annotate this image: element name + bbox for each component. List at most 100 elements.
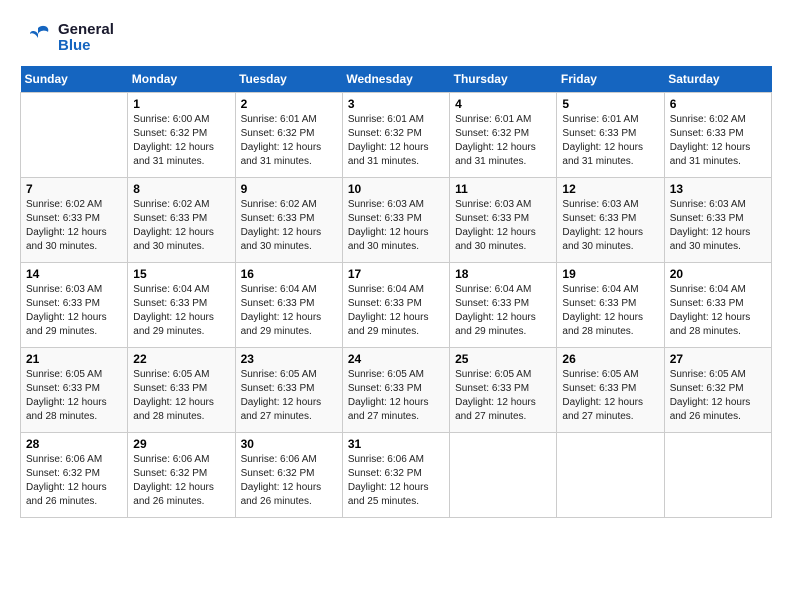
day-info: Sunrise: 6:05 AMSunset: 6:33 PMDaylight:…: [133, 368, 229, 424]
calendar-cell: 23 Sunrise: 6:05 AMSunset: 6:33 PMDayligh…: [235, 348, 342, 433]
day-number: 9: [241, 182, 337, 196]
day-info: Sunrise: 6:01 AMSunset: 6:32 PMDaylight:…: [348, 113, 444, 169]
day-info: Sunrise: 6:02 AMSunset: 6:33 PMDaylight:…: [26, 198, 122, 254]
calendar-cell: 18 Sunrise: 6:04 AMSunset: 6:33 PMDayligh…: [450, 263, 557, 348]
day-number: 10: [348, 182, 444, 196]
calendar-cell: 7 Sunrise: 6:02 AMSunset: 6:33 PMDaylight…: [21, 178, 128, 263]
calendar-cell: 1 Sunrise: 6:00 AMSunset: 6:32 PMDaylight…: [128, 93, 235, 178]
calendar-body: 1 Sunrise: 6:00 AMSunset: 6:32 PMDaylight…: [21, 93, 772, 518]
day-info: Sunrise: 6:03 AMSunset: 6:33 PMDaylight:…: [26, 283, 122, 339]
calendar-cell: 28Sunrise: 6:06 AMSunset: 6:32 PMDayligh…: [21, 433, 128, 518]
day-info: Sunrise: 6:05 AMSunset: 6:33 PMDaylight:…: [26, 368, 122, 424]
header-thursday: Thursday: [450, 66, 557, 93]
logo-blue: Blue: [58, 38, 114, 55]
day-number: 19: [562, 267, 658, 281]
day-info: Sunrise: 6:01 AMSunset: 6:32 PMDaylight:…: [241, 113, 337, 169]
calendar-cell: 10 Sunrise: 6:03 AMSunset: 6:33 PMDayligh…: [342, 178, 449, 263]
header-wednesday: Wednesday: [342, 66, 449, 93]
day-number: 4: [455, 97, 551, 111]
calendar-week-row: 14Sunrise: 6:03 AMSunset: 6:33 PMDayligh…: [21, 263, 772, 348]
day-info: Sunrise: 6:04 AMSunset: 6:33 PMDaylight:…: [241, 283, 337, 339]
header-monday: Monday: [128, 66, 235, 93]
day-info: Sunrise: 6:01 AMSunset: 6:32 PMDaylight:…: [455, 113, 551, 169]
day-number: 15: [133, 267, 229, 281]
day-info: Sunrise: 6:03 AMSunset: 6:33 PMDaylight:…: [455, 198, 551, 254]
calendar-cell: 3 Sunrise: 6:01 AMSunset: 6:32 PMDaylight…: [342, 93, 449, 178]
calendar-cell: 13Sunrise: 6:03 AMSunset: 6:33 PMDayligh…: [664, 178, 771, 263]
calendar-table: SundayMondayTuesdayWednesdayThursdayFrid…: [20, 66, 772, 518]
calendar-week-row: 7 Sunrise: 6:02 AMSunset: 6:33 PMDaylight…: [21, 178, 772, 263]
day-number: 27: [670, 352, 766, 366]
calendar-cell: 26 Sunrise: 6:05 AMSunset: 6:33 PMDayligh…: [557, 348, 664, 433]
calendar-cell: 5Sunrise: 6:01 AMSunset: 6:33 PMDaylight…: [557, 93, 664, 178]
day-number: 8: [133, 182, 229, 196]
calendar-week-row: 21 Sunrise: 6:05 AMSunset: 6:33 PMDayligh…: [21, 348, 772, 433]
day-number: 25: [455, 352, 551, 366]
day-number: 5: [562, 97, 658, 111]
calendar-cell: 9 Sunrise: 6:02 AMSunset: 6:33 PMDaylight…: [235, 178, 342, 263]
day-number: 20: [670, 267, 766, 281]
day-number: 11: [455, 182, 551, 196]
header-saturday: Saturday: [664, 66, 771, 93]
day-number: 26: [562, 352, 658, 366]
page-header: General Blue: [20, 20, 772, 56]
calendar-cell: 22 Sunrise: 6:05 AMSunset: 6:33 PMDayligh…: [128, 348, 235, 433]
calendar-cell: 31Sunrise: 6:06 AMSunset: 6:32 PMDayligh…: [342, 433, 449, 518]
calendar-cell: 4 Sunrise: 6:01 AMSunset: 6:32 PMDaylight…: [450, 93, 557, 178]
day-info: Sunrise: 6:05 AMSunset: 6:33 PMDaylight:…: [348, 368, 444, 424]
day-info: Sunrise: 6:04 AMSunset: 6:33 PMDaylight:…: [455, 283, 551, 339]
calendar-cell: 17 Sunrise: 6:04 AMSunset: 6:33 PMDayligh…: [342, 263, 449, 348]
day-number: 30: [241, 437, 337, 451]
day-number: 3: [348, 97, 444, 111]
day-info: Sunrise: 6:04 AMSunset: 6:33 PMDaylight:…: [133, 283, 229, 339]
logo: General Blue: [20, 20, 114, 56]
day-info: Sunrise: 6:02 AMSunset: 6:33 PMDaylight:…: [241, 198, 337, 254]
calendar-cell: 12Sunrise: 6:03 AMSunset: 6:33 PMDayligh…: [557, 178, 664, 263]
calendar-cell: 30 Sunrise: 6:06 AMSunset: 6:32 PMDayligh…: [235, 433, 342, 518]
day-info: Sunrise: 6:05 AMSunset: 6:32 PMDaylight:…: [670, 368, 766, 424]
day-number: 23: [241, 352, 337, 366]
day-number: 18: [455, 267, 551, 281]
calendar-cell: 20 Sunrise: 6:04 AMSunset: 6:33 PMDayligh…: [664, 263, 771, 348]
calendar-cell: 29Sunrise: 6:06 AMSunset: 6:32 PMDayligh…: [128, 433, 235, 518]
calendar-cell: 25Sunrise: 6:05 AMSunset: 6:33 PMDayligh…: [450, 348, 557, 433]
header-sunday: Sunday: [21, 66, 128, 93]
calendar-cell: 21 Sunrise: 6:05 AMSunset: 6:33 PMDayligh…: [21, 348, 128, 433]
calendar-cell: 11 Sunrise: 6:03 AMSunset: 6:33 PMDayligh…: [450, 178, 557, 263]
day-info: Sunrise: 6:02 AMSunset: 6:33 PMDaylight:…: [670, 113, 766, 169]
calendar-cell: 6 Sunrise: 6:02 AMSunset: 6:33 PMDaylight…: [664, 93, 771, 178]
day-info: Sunrise: 6:06 AMSunset: 6:32 PMDaylight:…: [348, 453, 444, 509]
header-friday: Friday: [557, 66, 664, 93]
day-number: 1: [133, 97, 229, 111]
day-number: 6: [670, 97, 766, 111]
day-number: 24: [348, 352, 444, 366]
day-info: Sunrise: 6:03 AMSunset: 6:33 PMDaylight:…: [348, 198, 444, 254]
day-number: 16: [241, 267, 337, 281]
calendar-cell: 8 Sunrise: 6:02 AMSunset: 6:33 PMDaylight…: [128, 178, 235, 263]
calendar-cell: 27 Sunrise: 6:05 AMSunset: 6:32 PMDayligh…: [664, 348, 771, 433]
calendar-cell: 24 Sunrise: 6:05 AMSunset: 6:33 PMDayligh…: [342, 348, 449, 433]
day-number: 22: [133, 352, 229, 366]
day-number: 7: [26, 182, 122, 196]
day-info: Sunrise: 6:05 AMSunset: 6:33 PMDaylight:…: [562, 368, 658, 424]
calendar-week-row: 28Sunrise: 6:06 AMSunset: 6:32 PMDayligh…: [21, 433, 772, 518]
day-number: 2: [241, 97, 337, 111]
logo-general: General: [58, 22, 114, 39]
day-info: Sunrise: 6:04 AMSunset: 6:33 PMDaylight:…: [348, 283, 444, 339]
day-info: Sunrise: 6:04 AMSunset: 6:33 PMDaylight:…: [670, 283, 766, 339]
calendar-cell: [664, 433, 771, 518]
day-info: Sunrise: 6:03 AMSunset: 6:33 PMDaylight:…: [562, 198, 658, 254]
calendar-week-row: 1 Sunrise: 6:00 AMSunset: 6:32 PMDaylight…: [21, 93, 772, 178]
calendar-header-row: SundayMondayTuesdayWednesdayThursdayFrid…: [21, 66, 772, 93]
day-info: Sunrise: 6:00 AMSunset: 6:32 PMDaylight:…: [133, 113, 229, 169]
day-number: 21: [26, 352, 122, 366]
day-info: Sunrise: 6:05 AMSunset: 6:33 PMDaylight:…: [241, 368, 337, 424]
day-info: Sunrise: 6:06 AMSunset: 6:32 PMDaylight:…: [241, 453, 337, 509]
calendar-cell: [21, 93, 128, 178]
calendar-cell: 16 Sunrise: 6:04 AMSunset: 6:33 PMDayligh…: [235, 263, 342, 348]
day-info: Sunrise: 6:04 AMSunset: 6:33 PMDaylight:…: [562, 283, 658, 339]
day-number: 17: [348, 267, 444, 281]
logo-bird-icon: [20, 20, 56, 56]
calendar-cell: 14Sunrise: 6:03 AMSunset: 6:33 PMDayligh…: [21, 263, 128, 348]
day-info: Sunrise: 6:02 AMSunset: 6:33 PMDaylight:…: [133, 198, 229, 254]
